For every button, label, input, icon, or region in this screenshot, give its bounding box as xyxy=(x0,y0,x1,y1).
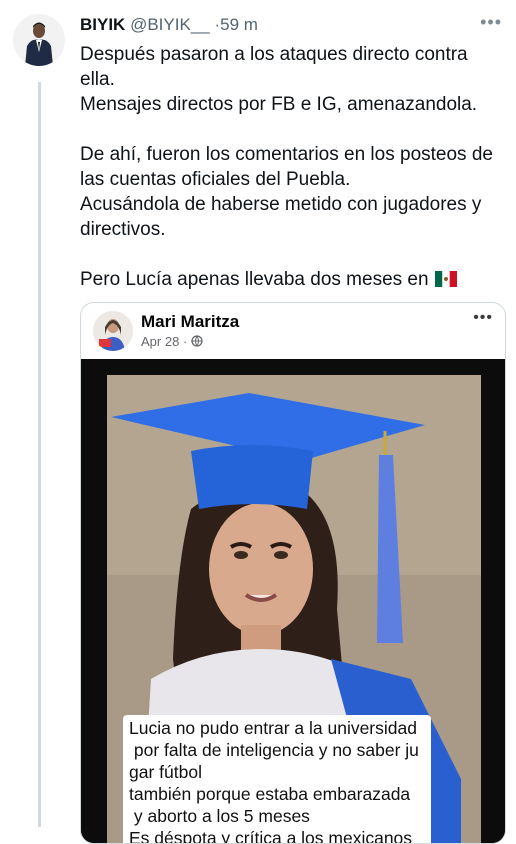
author-name[interactable]: BIYIK xyxy=(80,15,125,34)
tweet-line: Acusándola de haberse metido con jugador… xyxy=(80,194,482,240)
post-meta: Apr 28 · xyxy=(141,334,203,349)
post-photo[interactable]: Lucia no pudo entrar a la universidad po… xyxy=(81,359,505,843)
tweet-text: Después pasaron a los ataques directo co… xyxy=(80,42,500,294)
tweet-header: BIYIK @BIYIK__ ·59 m ••• xyxy=(80,11,504,38)
overlay-line: Lucia no pudo entrar a la universidad xyxy=(129,718,417,738)
image-text-overlay: Lucia no pudo entrar a la universidad po… xyxy=(123,715,431,844)
overlay-line: por falta de inteligencia y no saber ju xyxy=(129,740,419,760)
tweet-line: Después pasaron a los ataques directo co… xyxy=(80,44,468,90)
post-more-icon[interactable]: ••• xyxy=(473,309,493,327)
mexico-flag-icon xyxy=(434,269,457,294)
post-author-avatar[interactable] xyxy=(93,311,133,351)
embedded-post-card[interactable]: Mari Maritza Apr 28 · ••• Lucia no pudo … xyxy=(80,302,506,844)
globe-icon xyxy=(191,334,203,349)
overlay-line: gar fútbol xyxy=(129,762,202,782)
tweet-line: De ahí, fueron los comentarios en los po… xyxy=(80,144,493,190)
tweet-line: Pero Lucía apenas llevaba dos meses en xyxy=(80,267,500,294)
separator-dot: · xyxy=(182,334,188,349)
overlay-line: Es déspota y crítica a los mexicanos xyxy=(129,828,413,844)
timestamp[interactable]: 59 m xyxy=(220,15,258,34)
post-date[interactable]: Apr 28 xyxy=(141,334,179,349)
post-author-name[interactable]: Mari Maritza xyxy=(141,312,239,332)
author-handle[interactable]: @BIYIK__ xyxy=(130,15,210,34)
author-avatar[interactable] xyxy=(13,14,65,66)
more-options-icon[interactable]: ••• xyxy=(480,11,502,33)
overlay-line: también porque estaba embarazada xyxy=(129,784,411,804)
thread-line xyxy=(38,82,41,827)
overlay-line: y aborto a los 5 meses xyxy=(129,806,310,826)
tweet-line: Mensajes directos por FB e IG, amenazand… xyxy=(80,94,478,115)
